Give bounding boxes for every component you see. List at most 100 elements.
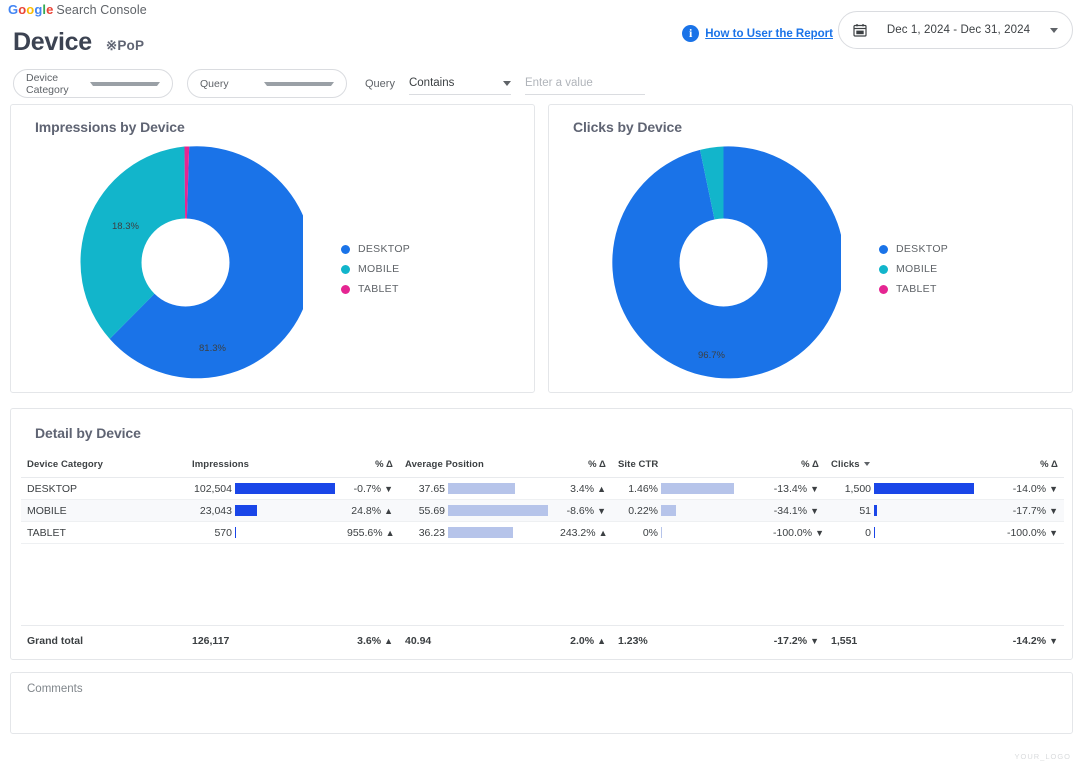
table-row[interactable]: TABLET570955.6%▲36.23243.2%▲0%-100.0%▼0-… [21, 522, 1064, 544]
site-ctr-value: 0% [643, 527, 658, 539]
col-impressions[interactable]: Impressions [186, 455, 341, 478]
col-clicks-delta[interactable]: % Δ [980, 455, 1064, 478]
arrow-down-icon: ▼ [1049, 528, 1058, 538]
grand-total-site-ctr-delta: -17.2%▼ [767, 626, 825, 651]
legend-dot-mobile [879, 265, 888, 274]
site-ctr-cell: 0.22% [612, 500, 767, 522]
brand-bar: GoogleSearch Console [8, 2, 147, 17]
device-category-cell: DESKTOP [21, 478, 186, 500]
grand-total-average-position-delta: 2.0%▲ [554, 626, 612, 651]
legend-item-mobile[interactable]: MOBILE [879, 263, 948, 275]
legend-label-desktop: DESKTOP [896, 243, 948, 255]
clicks-delta: -17.7%▼ [980, 500, 1064, 522]
col-site-ctr[interactable]: Site CTR [612, 455, 767, 478]
date-range-picker[interactable]: Dec 1, 2024 - Dec 31, 2024 [838, 11, 1073, 49]
help-link-text[interactable]: How to User the Report [705, 28, 833, 40]
table-row[interactable]: DESKTOP 102,504 -0.7%▼ 37.65 3.4%▲ 1.46% -13.4… [21, 478, 1064, 500]
arrow-up-icon: ▲ [384, 506, 393, 516]
detail-table: Device Category Impressions % Δ Average … [21, 455, 1064, 632]
impressions-cell: 102,504 [186, 478, 341, 500]
table-spacer-row [21, 588, 1064, 610]
comments-placeholder: Comments [27, 683, 83, 695]
site-ctr-delta: -13.4%▼ [767, 478, 825, 500]
site-ctr-delta: -100.0%▼ [767, 522, 825, 544]
legend-label-tablet: TABLET [896, 283, 937, 295]
legend-dot-tablet [341, 285, 350, 294]
filter-query-dimension[interactable]: Query [187, 69, 347, 98]
col-average-position-delta[interactable]: % Δ [554, 455, 612, 478]
arrow-down-icon: ▼ [810, 506, 819, 516]
average-position-delta: -8.6%▼ [554, 500, 612, 522]
pop-badge: ※PoP [106, 38, 144, 54]
legend-item-mobile[interactable]: MOBILE [341, 263, 410, 275]
table-row[interactable]: MOBILE23,04324.8%▲55.69-8.6%▼0.22%-34.1%… [21, 500, 1064, 522]
site-ctr-bar [661, 527, 761, 538]
page-title: Device [13, 28, 92, 57]
average-position-bar [448, 527, 548, 538]
impressions-bar [235, 527, 335, 538]
col-device-category[interactable]: Device Category [21, 455, 186, 478]
average-position-bar [448, 505, 548, 516]
impressions-cell: 570 [186, 522, 341, 544]
legend-dot-tablet [879, 285, 888, 294]
col-average-position[interactable]: Average Position [399, 455, 554, 478]
impressions-value: 570 [214, 527, 232, 539]
filter-device-category[interactable]: Device Category [13, 69, 173, 98]
impressions-bar [235, 505, 335, 516]
average-position-value: 36.23 [419, 527, 445, 539]
clicks-value: 1,500 [845, 483, 871, 495]
table-spacer-row [21, 544, 1064, 566]
filter-query-dimension-label: Query [200, 78, 264, 90]
table-spacer-row [21, 566, 1064, 588]
site-ctr-delta: -34.1%▼ [767, 500, 825, 522]
legend-item-tablet[interactable]: TABLET [879, 283, 948, 295]
site-ctr-bar [661, 483, 761, 494]
chevron-down-icon [90, 82, 160, 86]
impressions-donut-chart[interactable]: 18.3% 81.3% [68, 145, 303, 380]
clicks-value: 51 [859, 505, 871, 517]
impressions-value: 102,504 [194, 483, 232, 495]
average-position-delta: 3.4%▲ [554, 478, 612, 500]
legend-label-mobile: MOBILE [358, 263, 399, 275]
detail-table-title: Detail by Device [35, 425, 141, 441]
how-to-use-report-link[interactable]: i How to User the Report [682, 25, 833, 42]
clicks-cell: 51 [825, 500, 980, 522]
product-name: Search Console [56, 3, 146, 17]
impressions-cell: 23,043 [186, 500, 341, 522]
legend-item-desktop[interactable]: DESKTOP [341, 243, 410, 255]
legend-item-tablet[interactable]: TABLET [341, 283, 410, 295]
chevron-down-icon [1050, 28, 1058, 33]
site-ctr-value: 1.46% [628, 483, 658, 495]
comments-box[interactable]: Comments [10, 672, 1073, 734]
impressions-delta: 24.8%▲ [341, 500, 399, 522]
col-impressions-delta[interactable]: % Δ [341, 455, 399, 478]
grand-total-row: Grand total 126,117 3.6%▲ 40.94 2.0%▲ 1.… [21, 626, 1064, 651]
clicks-donut-chart[interactable]: 96.7% [606, 145, 841, 380]
query-value-placeholder: Enter a value [525, 77, 593, 89]
legend-item-desktop[interactable]: DESKTOP [879, 243, 948, 255]
clicks-donut-svg [606, 145, 841, 380]
col-site-ctr-delta[interactable]: % Δ [767, 455, 825, 478]
grand-total-clicks: 1,551 [825, 626, 980, 651]
info-icon: i [682, 25, 699, 42]
grand-total-site-ctr: 1.23% [612, 626, 767, 651]
dashboard-page: GoogleSearch Console Device ※PoP i How t… [0, 0, 1083, 765]
clicks-cell: 1,500 [825, 478, 980, 500]
average-position-value: 37.65 [419, 483, 445, 495]
site-ctr-value: 0.22% [628, 505, 658, 517]
clicks-bar [874, 505, 974, 516]
col-clicks[interactable]: Clicks [825, 455, 980, 478]
query-operator-select[interactable]: Contains [409, 73, 511, 95]
impressions-delta: -0.7%▼ [341, 478, 399, 500]
legend-dot-mobile [341, 265, 350, 274]
grand-total-impressions-delta: 3.6%▲ [341, 626, 399, 651]
chevron-down-icon [264, 82, 334, 86]
google-logo: Google [8, 2, 53, 17]
query-value-input[interactable]: Enter a value [525, 73, 645, 95]
grand-total-clicks-delta: -14.2%▼ [980, 626, 1064, 651]
legend-label-desktop: DESKTOP [358, 243, 410, 255]
table-body: DESKTOP 102,504 -0.7%▼ 37.65 3.4%▲ 1.46% -13.4… [21, 478, 1064, 632]
clicks-delta: -14.0%▼ [980, 478, 1064, 500]
impressions-by-device-card: Impressions by Device 18.3% 81.3% DE [10, 104, 535, 393]
sort-descending-icon [864, 462, 870, 466]
